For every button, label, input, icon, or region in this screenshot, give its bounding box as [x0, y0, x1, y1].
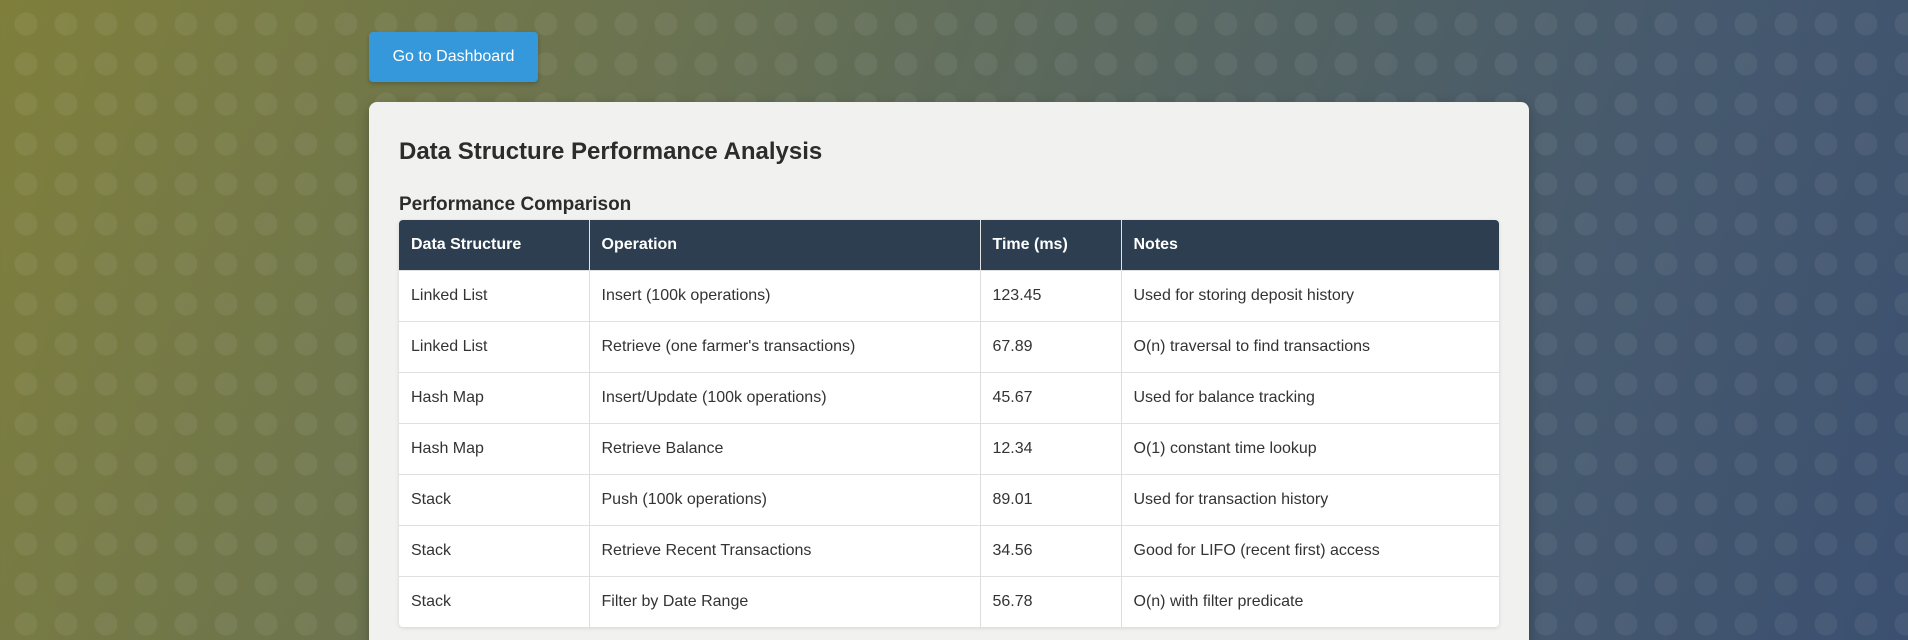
table-header-row: Data Structure Operation Time (ms) Notes: [399, 220, 1499, 271]
cell-operation: Retrieve Recent Transactions: [589, 525, 981, 577]
table-row: Hash Map Retrieve Balance 12.34 O(1) con…: [399, 423, 1499, 475]
header-time: Time (ms): [980, 220, 1122, 271]
cell-operation: Insert (100k operations): [589, 270, 981, 322]
cell-data-structure: Linked List: [399, 270, 590, 322]
cell-data-structure: Stack: [399, 576, 590, 627]
cell-notes: Good for LIFO (recent first) access: [1121, 525, 1499, 577]
table-row: Linked List Retrieve (one farmer's trans…: [399, 321, 1499, 373]
cell-data-structure: Stack: [399, 525, 590, 577]
header-operation: Operation: [589, 220, 981, 271]
cell-notes: O(1) constant time lookup: [1121, 423, 1499, 475]
cell-operation: Retrieve (one farmer's transactions): [589, 321, 981, 373]
cell-notes: Used for transaction history: [1121, 474, 1499, 526]
performance-table: Data Structure Operation Time (ms) Notes…: [399, 220, 1499, 627]
cell-time: 45.67: [980, 372, 1122, 424]
cell-operation: Retrieve Balance: [589, 423, 981, 475]
table-row: Linked List Insert (100k operations) 123…: [399, 270, 1499, 322]
table-row: Stack Filter by Date Range 56.78 O(n) wi…: [399, 576, 1499, 627]
cell-time: 89.01: [980, 474, 1122, 526]
cell-operation: Filter by Date Range: [589, 576, 981, 627]
go-to-dashboard-button[interactable]: Go to Dashboard: [369, 32, 538, 82]
cell-data-structure: Stack: [399, 474, 590, 526]
header-data-structure: Data Structure: [399, 220, 590, 271]
table-row: Stack Retrieve Recent Transactions 34.56…: [399, 525, 1499, 577]
cell-time: 123.45: [980, 270, 1122, 322]
cell-notes: O(n) traversal to find transactions: [1121, 321, 1499, 373]
cell-time: 34.56: [980, 525, 1122, 577]
cell-operation: Push (100k operations): [589, 474, 981, 526]
table-row: Stack Push (100k operations) 89.01 Used …: [399, 474, 1499, 526]
cell-data-structure: Linked List: [399, 321, 590, 373]
cell-time: 12.34: [980, 423, 1122, 475]
header-notes: Notes: [1121, 220, 1499, 271]
page-title: Data Structure Performance Analysis: [399, 138, 823, 165]
section-title: Performance Comparison: [399, 194, 632, 215]
table-row: Hash Map Insert/Update (100k operations)…: [399, 372, 1499, 424]
cell-notes: Used for storing deposit history: [1121, 270, 1499, 322]
cell-data-structure: Hash Map: [399, 372, 590, 424]
cell-time: 67.89: [980, 321, 1122, 373]
cell-data-structure: Hash Map: [399, 423, 590, 475]
cell-notes: Used for balance tracking: [1121, 372, 1499, 424]
analysis-card: Data Structure Performance Analysis Perf…: [369, 102, 1529, 640]
cell-time: 56.78: [980, 576, 1122, 627]
cell-notes: O(n) with filter predicate: [1121, 576, 1499, 627]
performance-table-container: Data Structure Operation Time (ms) Notes…: [399, 220, 1499, 627]
cell-operation: Insert/Update (100k operations): [589, 372, 981, 424]
